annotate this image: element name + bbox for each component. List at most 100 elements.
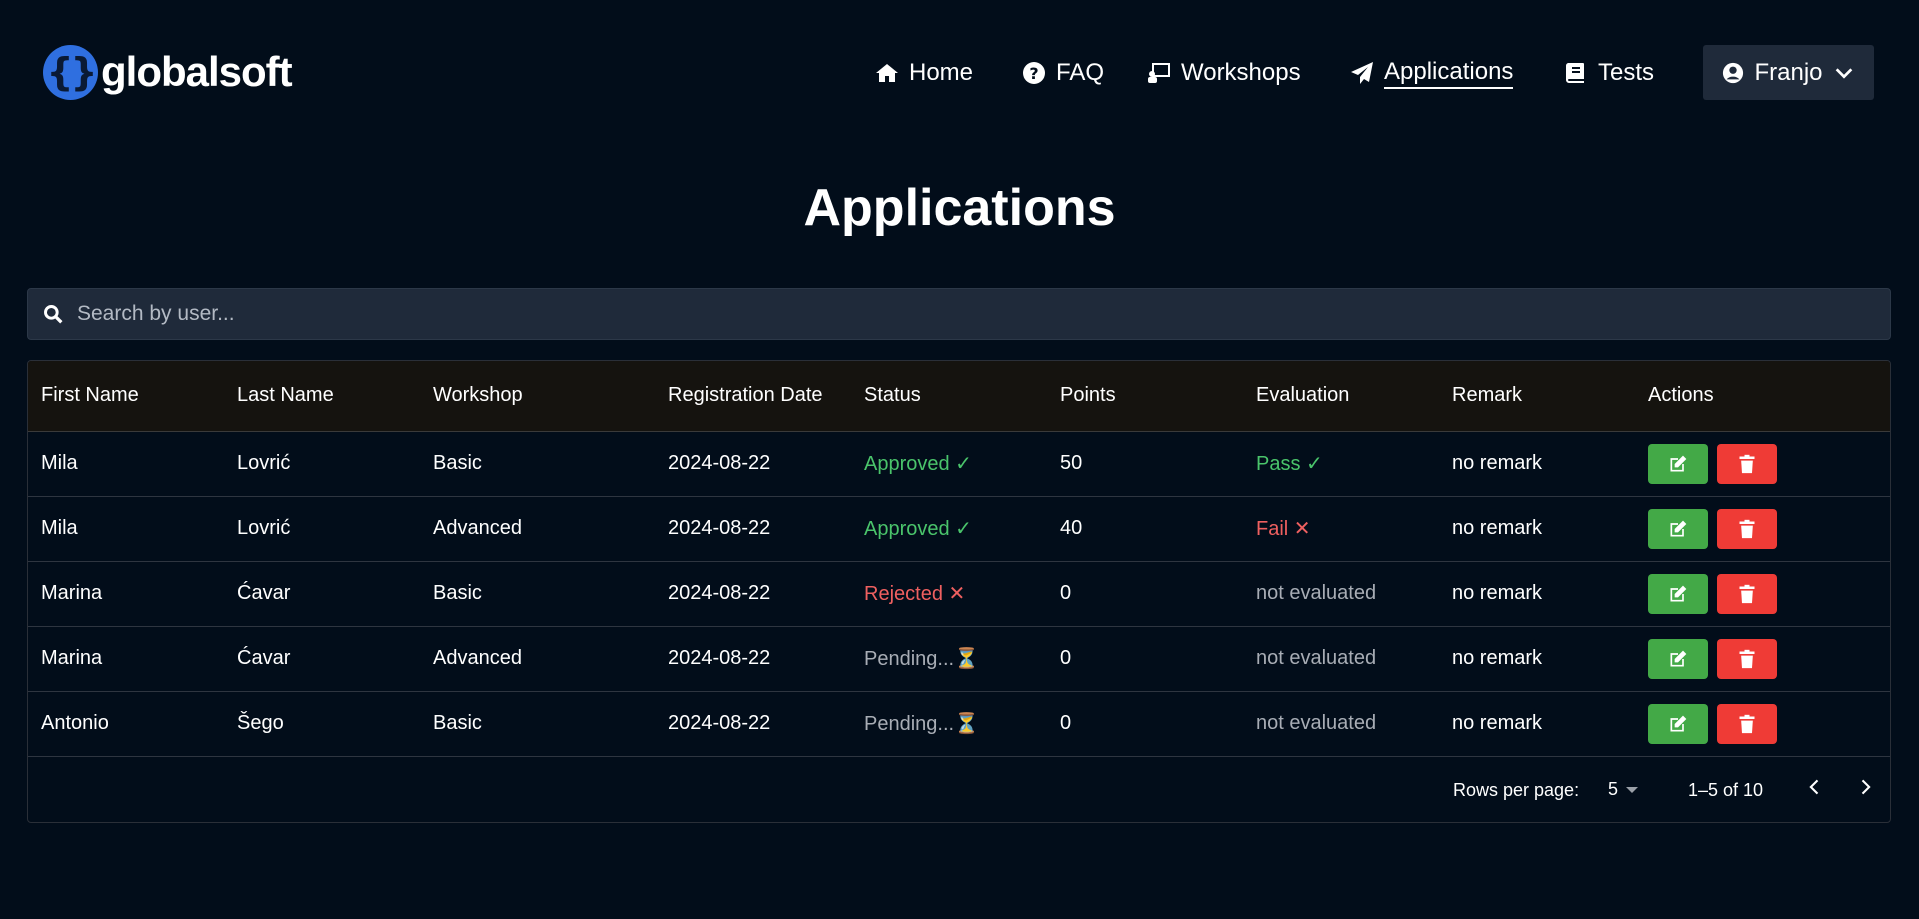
edit-icon [1670, 520, 1687, 536]
nav-faq-label: FAQ [1056, 59, 1105, 86]
rows-per-page-value: 5 [1608, 779, 1619, 799]
cell-status: Pending...⏳ [851, 626, 1047, 692]
user-circle-icon [1723, 62, 1744, 83]
edit-icon [1670, 715, 1687, 731]
cell-status: Pending...⏳ [851, 691, 1047, 757]
user-name: Franjo [1754, 58, 1823, 86]
cell-actions [1635, 626, 1890, 692]
delete-button[interactable] [1717, 508, 1777, 549]
nav-workshops-label: Workshops [1181, 59, 1301, 86]
header-workshop[interactable]: Workshop [420, 361, 655, 432]
cell-first-name: Marina [28, 561, 224, 627]
cell-points: 50 [1047, 431, 1243, 497]
navbar: {} globalsoft Home ? FAQ Workshops Appli… [0, 0, 1919, 145]
edit-button[interactable] [1648, 443, 1708, 484]
cell-actions [1635, 561, 1890, 627]
book-icon [1565, 63, 1584, 83]
cell-evaluation: not evaluated [1243, 691, 1439, 757]
edit-button[interactable] [1648, 573, 1708, 614]
search-bar[interactable] [27, 288, 1891, 340]
cell-registration-date: 2024-08-22 [655, 561, 851, 627]
brand-name: globalsoft [101, 48, 293, 95]
header-remark[interactable]: Remark [1439, 361, 1635, 432]
header-registration-date[interactable]: Registration Date [655, 361, 851, 432]
header-status[interactable]: Status [851, 361, 1047, 432]
table-row: Antonio Šego Basic 2024-08-22 Pending...… [28, 691, 1890, 757]
cell-evaluation: not evaluated [1243, 561, 1439, 627]
user-menu-button[interactable]: Franjo [1703, 45, 1874, 100]
cell-remark: no remark [1439, 496, 1635, 562]
cell-status: Approved ✓ [851, 431, 1047, 497]
nav-applications[interactable]: Applications [1350, 56, 1514, 90]
next-page-button[interactable] [1855, 777, 1875, 802]
delete-button[interactable] [1717, 703, 1777, 744]
trash-icon [1739, 454, 1755, 473]
search-input[interactable] [77, 302, 1777, 326]
cell-remark: no remark [1439, 691, 1635, 757]
trash-icon [1739, 714, 1755, 733]
edit-button[interactable] [1648, 508, 1708, 549]
cell-status: Rejected ✕ [851, 561, 1047, 627]
cell-workshop: Advanced [420, 626, 655, 692]
delete-button[interactable] [1717, 573, 1777, 614]
nav-faq[interactable]: ? FAQ [1022, 56, 1104, 90]
nav-tests-label: Tests [1598, 59, 1655, 86]
cell-last-name: Lovrić [224, 431, 420, 497]
cell-registration-date: 2024-08-22 [655, 691, 851, 757]
delete-button[interactable] [1717, 443, 1777, 484]
table-row: Marina Ćavar Basic 2024-08-22 Rejected ✕… [28, 561, 1890, 627]
cell-workshop: Basic [420, 561, 655, 627]
header-first-name[interactable]: First Name [28, 361, 224, 432]
cell-registration-date: 2024-08-22 [655, 496, 851, 562]
edit-button[interactable] [1648, 703, 1708, 744]
brand-logo[interactable]: {} globalsoft [43, 44, 293, 100]
question-circle-icon: ? [1023, 62, 1045, 84]
cell-points: 40 [1047, 496, 1243, 562]
cell-points: 0 [1047, 691, 1243, 757]
applications-table: First Name Last Name Workshop Registrati… [27, 360, 1891, 823]
cell-workshop: Advanced [420, 496, 655, 562]
header-evaluation[interactable]: Evaluation [1243, 361, 1439, 432]
pagination: Rows per page: 5 1–5 of 10 [28, 757, 1890, 822]
cell-first-name: Marina [28, 626, 224, 692]
trash-icon [1739, 584, 1755, 603]
edit-icon [1670, 650, 1687, 666]
table-row: Mila Lovrić Basic 2024-08-22 Approved ✓ … [28, 431, 1890, 497]
search-icon [44, 305, 63, 324]
rows-per-page-select[interactable]: 5 [1608, 779, 1639, 800]
cell-registration-date: 2024-08-22 [655, 431, 851, 497]
cell-actions [1635, 691, 1890, 757]
cell-actions [1635, 431, 1890, 497]
caret-down-icon [1626, 786, 1639, 793]
cell-evaluation: Pass ✓ [1243, 431, 1439, 497]
edit-button[interactable] [1648, 638, 1708, 679]
nav-home-label: Home [909, 59, 974, 86]
cell-remark: no remark [1439, 561, 1635, 627]
rows-per-page-label: Rows per page: [1453, 780, 1580, 800]
cell-actions [1635, 496, 1890, 562]
previous-page-button[interactable] [1805, 777, 1825, 802]
nav-tests[interactable]: Tests [1564, 56, 1654, 90]
delete-button[interactable] [1717, 638, 1777, 679]
header-points[interactable]: Points [1047, 361, 1243, 432]
page-title: Applications [803, 179, 1116, 237]
nav-workshops[interactable]: Workshops [1147, 56, 1301, 90]
cell-evaluation: not evaluated [1243, 626, 1439, 692]
cell-points: 0 [1047, 626, 1243, 692]
cell-first-name: Mila [28, 496, 224, 562]
table-header-row: First Name Last Name Workshop Registrati… [28, 361, 1890, 432]
paper-plane-icon [1351, 62, 1373, 84]
cell-points: 0 [1047, 561, 1243, 627]
nav-applications-label: Applications [1384, 57, 1514, 89]
home-icon [876, 64, 898, 82]
edit-icon [1670, 585, 1687, 601]
cell-first-name: Antonio [28, 691, 224, 757]
svg-text:?: ? [1029, 64, 1038, 83]
nav-home[interactable]: Home [875, 56, 973, 90]
cell-workshop: Basic [420, 431, 655, 497]
cell-first-name: Mila [28, 431, 224, 497]
cell-evaluation: Fail ✕ [1243, 496, 1439, 562]
braces-logo-icon: {} [43, 44, 98, 100]
header-last-name[interactable]: Last Name [224, 361, 420, 432]
cell-last-name: Ćavar [224, 561, 420, 627]
